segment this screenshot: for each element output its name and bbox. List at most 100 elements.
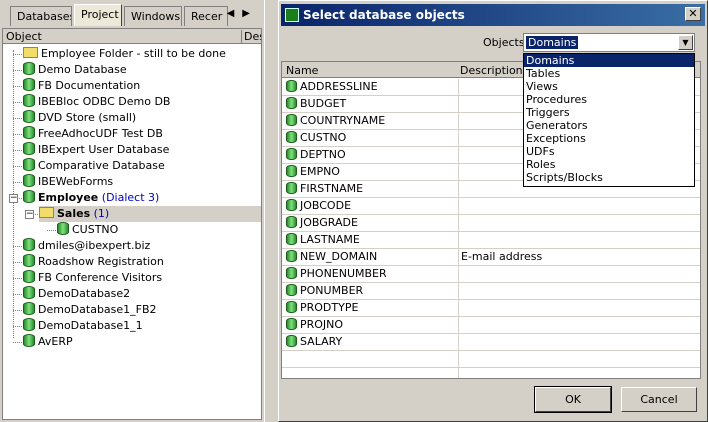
table-row[interactable]: JOBGRADE [282, 215, 700, 232]
dropdown-option[interactable]: Roles [524, 158, 694, 171]
tree-item[interactable]: DemoDatabase1_1 [23, 318, 143, 334]
tree-connector [13, 310, 22, 311]
tab-project[interactable]: Project [74, 4, 122, 26]
database-icon [23, 158, 35, 171]
tree-item[interactable]: Demo Database [23, 62, 127, 78]
database-icon [23, 78, 35, 91]
grid-header-name[interactable]: Name [286, 64, 318, 77]
row-name-text: PRODTYPE [300, 301, 359, 314]
tree-item-label: AvERP [38, 335, 73, 348]
tree-connector [13, 102, 22, 103]
tree-header-description[interactable]: Des [241, 30, 261, 43]
dropdown-option[interactable]: Procedures [524, 93, 694, 106]
tree-connector [13, 166, 22, 167]
tree-item[interactable]: CUSTNO [57, 222, 118, 238]
tree-item[interactable]: Employee (Dialect 3) [23, 190, 159, 206]
dropdown-option[interactable]: Generators [524, 119, 694, 132]
grid-header-description[interactable]: Description [460, 64, 523, 77]
domain-icon [286, 267, 297, 279]
tree-item[interactable]: dmiles@ibexpert.biz [23, 238, 150, 254]
objects-select[interactable]: Domains ▼ [523, 33, 695, 52]
row-description [458, 215, 700, 232]
objects-dropdown-list[interactable]: Domains Tables Views Procedures Triggers Gene… [523, 53, 695, 187]
table-row[interactable]: PONUMBER [282, 283, 700, 300]
empty-cell [458, 368, 700, 378]
tree-header-object[interactable]: Object [6, 30, 42, 43]
domain-icon [286, 335, 297, 347]
collapse-icon[interactable]: − [9, 194, 18, 203]
domain-icon [286, 318, 297, 330]
database-icon [23, 126, 35, 139]
table-row[interactable]: JOBCODE [282, 198, 700, 215]
domain-icon [286, 114, 297, 126]
tab-windows[interactable]: Windows [124, 6, 182, 26]
collapse-icon[interactable]: − [25, 210, 34, 219]
tree-item[interactable]: DemoDatabase2 [23, 286, 130, 302]
row-name-text: LASTNAME [300, 233, 360, 246]
database-icon [23, 62, 35, 75]
tree-item[interactable]: IBExpert User Database [23, 142, 169, 158]
tab-recent[interactable]: Recer [184, 6, 228, 26]
database-icon [23, 254, 35, 267]
tree-item-label: DemoDatabase2 [38, 287, 131, 300]
dropdown-option[interactable]: Views [524, 80, 694, 93]
project-tree[interactable]: Object Des Employee Folder - still to be… [2, 28, 262, 420]
tree-item[interactable]: DVD Store (small) [23, 110, 136, 126]
tree-item[interactable]: FB Documentation [23, 78, 140, 94]
database-icon [23, 238, 35, 251]
table-row[interactable]: SALARY [282, 334, 700, 351]
dropdown-option[interactable]: Scripts/Blocks [524, 171, 694, 184]
select-objects-dialog: Select database objects ✕ Objects Domain… [278, 0, 708, 422]
tree-item[interactable]: FB Conference Visitors [23, 270, 162, 286]
panel-tabs: Databases Project Windows Recer ◀▶ [0, 4, 264, 26]
row-name: JOBCODE [286, 198, 456, 214]
row-name-text: FIRSTNAME [300, 182, 364, 195]
tree-item[interactable]: DemoDatabase1_FB2 [23, 302, 157, 318]
row-name: DEPTNO [286, 147, 456, 163]
tree-connector [13, 150, 22, 151]
tree-item[interactable]: FreeAdhocUDF Test DB [23, 126, 163, 142]
close-button[interactable]: ✕ [685, 7, 701, 21]
domain-icon [286, 199, 297, 211]
tab-databases[interactable]: Databases [10, 6, 72, 26]
database-icon [57, 222, 69, 235]
tree-item[interactable]: Employee Folder - still to be done [23, 46, 226, 62]
table-row[interactable]: PROJNO [282, 317, 700, 334]
row-name: PRODTYPE [286, 300, 456, 316]
panel-splitter[interactable] [264, 0, 278, 422]
row-name-text: PONUMBER [300, 284, 364, 297]
dropdown-option[interactable]: Triggers [524, 106, 694, 119]
tree-item[interactable]: Sales (1) [39, 206, 261, 222]
empty-row [282, 368, 700, 378]
row-name-text: JOBCODE [300, 199, 352, 212]
row-name: COUNTRYNAME [286, 113, 456, 129]
dropdown-option[interactable]: UDFs [524, 145, 694, 158]
tab-scroll-arrows[interactable]: ◀▶ [227, 8, 258, 19]
ok-button[interactable]: OK [534, 386, 612, 413]
tree-item-label: FB Documentation [38, 79, 141, 92]
row-name-text: JOBGRADE [300, 216, 358, 229]
table-row[interactable]: PRODTYPE [282, 300, 700, 317]
tree-item[interactable]: AvERP [23, 334, 73, 350]
cancel-button[interactable]: Cancel [621, 387, 697, 412]
objects-label: Objects [483, 36, 525, 49]
row-name: SALARY [286, 334, 456, 350]
dropdown-option[interactable]: Tables [524, 67, 694, 80]
tree-item[interactable]: IBEBloc ODBC Demo DB [23, 94, 170, 110]
table-row[interactable]: NEW_DOMAIN E-mail address [282, 249, 700, 266]
domain-icon [286, 97, 297, 109]
dropdown-option[interactable]: Domains [524, 54, 694, 67]
tree-item[interactable]: Comparative Database [23, 158, 165, 174]
domain-icon [286, 148, 297, 160]
tree-item[interactable]: Roadshow Registration [23, 254, 164, 270]
tree-item[interactable]: IBEWebForms [23, 174, 113, 190]
row-description [458, 283, 700, 300]
row-name-text: DEPTNO [300, 148, 346, 161]
chevron-down-icon[interactable]: ▼ [678, 35, 693, 50]
table-row[interactable]: PHONENUMBER [282, 266, 700, 283]
table-row[interactable]: LASTNAME [282, 232, 700, 249]
tree-item-label: DemoDatabase1_FB2 [38, 303, 157, 316]
dropdown-option[interactable]: Exceptions [524, 132, 694, 145]
tree-header: Object Des [3, 29, 261, 44]
row-name-text: EMPNO [300, 165, 340, 178]
